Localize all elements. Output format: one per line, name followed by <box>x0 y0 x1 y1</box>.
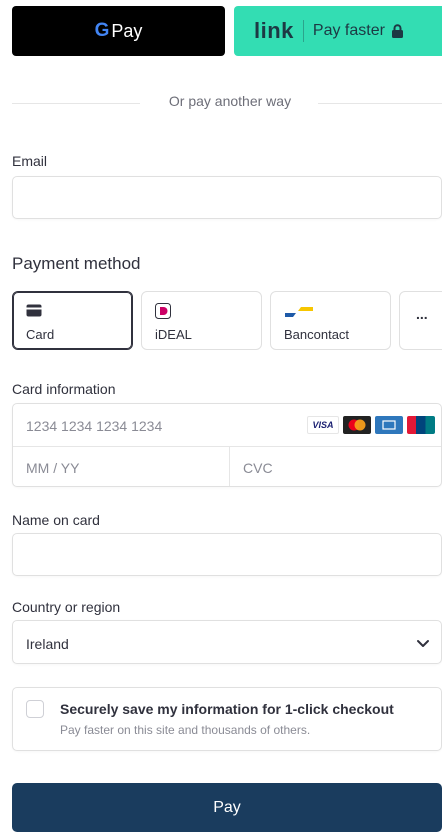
payment-option-more[interactable]: ... <box>399 291 442 350</box>
more-icon: ... <box>416 306 428 322</box>
ideal-icon <box>155 303 171 319</box>
email-field[interactable] <box>12 176 442 219</box>
email-label: Email <box>12 153 48 169</box>
divider-line-left <box>12 103 140 104</box>
card-row-divider <box>13 446 441 447</box>
country-label: Country or region <box>12 599 121 615</box>
country-select[interactable]: Ireland <box>12 620 442 664</box>
google-pay-label: Pay <box>111 20 143 41</box>
save-info-checkbox[interactable] <box>26 700 44 718</box>
unionpay-icon <box>407 416 435 434</box>
save-info-box: Securely save my information for 1-click… <box>12 687 442 751</box>
name-on-card-field[interactable] <box>12 533 442 576</box>
cvc-input[interactable]: CVC <box>243 460 273 476</box>
payment-option-bancontact-label: Bancontact <box>284 327 350 342</box>
payment-option-ideal-label: iDEAL <box>155 327 192 342</box>
card-icon <box>26 304 42 317</box>
name-on-card-label: Name on card <box>12 512 100 528</box>
visa-icon: VISA <box>307 416 339 434</box>
or-pay-another-way: Or pay another way <box>168 93 292 109</box>
link-logo: link <box>254 18 294 43</box>
card-information-group: 1234 1234 1234 1234 VISA MM / YY CVC <box>12 403 442 487</box>
payment-option-card-label: Card <box>26 327 55 342</box>
payment-option-bancontact[interactable]: Bancontact <box>270 291 391 350</box>
amex-icon <box>375 416 403 434</box>
link-pay-faster-label: Pay faster <box>312 22 385 39</box>
payment-option-card[interactable]: Card <box>12 291 133 350</box>
card-information-label: Card information <box>12 381 116 397</box>
chevron-down-icon <box>417 640 429 647</box>
bancontact-icon <box>285 307 313 317</box>
lock-icon <box>391 24 403 38</box>
link-separator <box>302 20 304 42</box>
link-pay-button[interactable]: link Pay faster <box>234 6 442 56</box>
payment-option-ideal[interactable]: iDEAL <box>141 291 262 350</box>
divider-line-right <box>318 103 442 104</box>
card-number-input[interactable]: 1234 1234 1234 1234 <box>26 418 162 434</box>
google-pay-button[interactable]: G Pay <box>12 6 225 56</box>
pay-button[interactable]: Pay <box>12 783 442 832</box>
expiry-input[interactable]: MM / YY <box>26 460 79 476</box>
country-value: Ireland <box>26 636 69 652</box>
save-info-title: Securely save my information for 1-click… <box>60 701 394 717</box>
email-input[interactable] <box>25 189 429 209</box>
mastercard-icon <box>343 416 371 434</box>
payment-method-title: Payment method <box>12 254 141 273</box>
google-g-logo: G <box>94 20 110 41</box>
save-info-subtitle: Pay faster on this site and thousands of… <box>60 723 311 737</box>
card-col-divider <box>229 446 230 486</box>
